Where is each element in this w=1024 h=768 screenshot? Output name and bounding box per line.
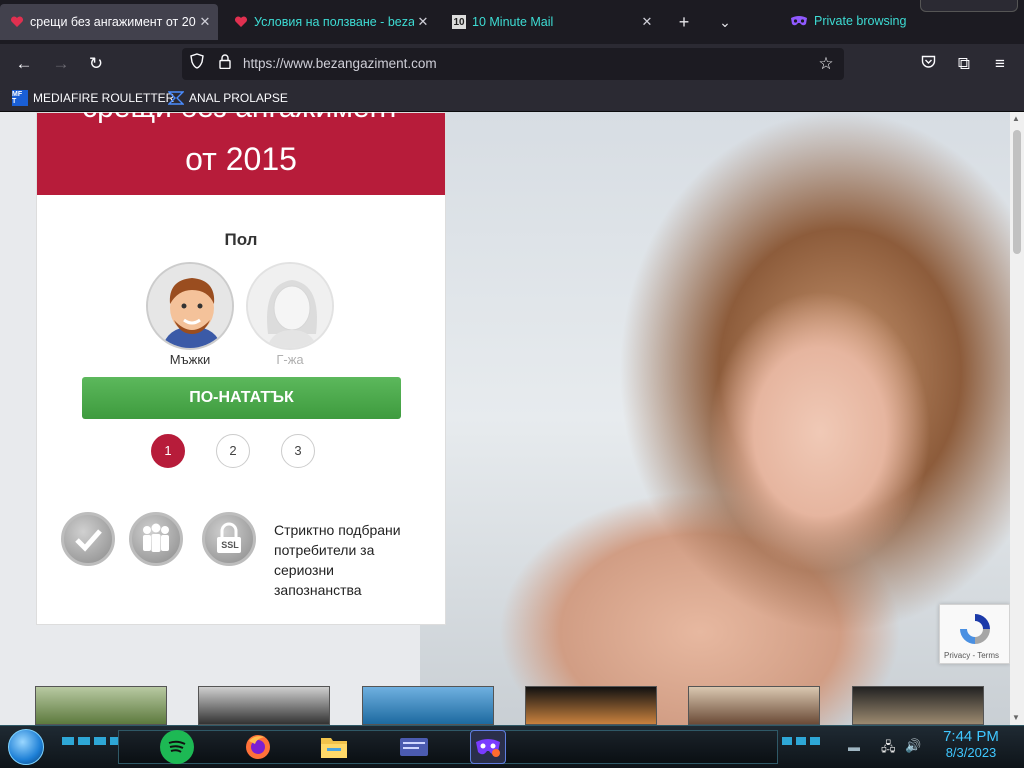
private-browsing-label: Private browsing: [814, 14, 907, 28]
gender-title: Пол: [224, 230, 258, 249]
verified-check-badge-icon: [61, 512, 115, 566]
mediafire-icon: MF T: [12, 90, 28, 106]
tab-10-minute-mail[interactable]: 10 10 Minute Mail ✕: [442, 4, 660, 40]
network-icon[interactable]: 🖧: [881, 738, 896, 760]
clock-date: 8/3/2023: [945, 745, 997, 760]
tab-dating-site[interactable]: срещи без ангажимент от 2015 ✕: [0, 4, 218, 40]
firefox-private-icon[interactable]: [470, 730, 506, 764]
window-switcher-icon[interactable]: [396, 730, 432, 764]
recaptcha-privacy-link[interactable]: Privacy: [944, 651, 970, 660]
start-orb-icon[interactable]: [8, 729, 44, 765]
bookmark-label: ANAL PROLAPSE: [189, 91, 288, 105]
recaptcha-logo-icon: [960, 614, 990, 644]
profile-thumbnail-strip: [0, 686, 1010, 725]
close-tab-icon[interactable]: ✕: [638, 14, 656, 30]
file-explorer-icon[interactable]: [316, 730, 352, 764]
bookmark-label: MEDIAFIRE ROULETTER: [33, 91, 175, 105]
ssl-badge-text: SSL: [221, 540, 239, 550]
male-avatar-icon: [148, 264, 232, 348]
hero-photo: [420, 112, 1010, 725]
reload-icon[interactable]: ↻: [83, 51, 109, 77]
shield-icon[interactable]: [184, 51, 210, 77]
heart-icon: [234, 15, 248, 29]
list-tabs-chevron-icon[interactable]: ⌄: [713, 10, 737, 34]
recaptcha-separator: -: [972, 651, 976, 660]
profile-thumbnail[interactable]: [525, 686, 657, 725]
female-avatar-icon: [248, 264, 332, 348]
male-avatar-option[interactable]: [146, 262, 234, 350]
profile-thumbnail[interactable]: [198, 686, 330, 725]
taskbar-decoration: [62, 737, 120, 745]
next-button[interactable]: ПО-НАТАТЪК: [82, 377, 401, 419]
web-page: срещи без ангажимент от 2015 Пол Мъжки: [0, 112, 1010, 725]
private-mask-icon: [790, 13, 808, 29]
bookmark-chevron-icon: [168, 90, 184, 106]
window-caption-handle[interactable]: [920, 0, 1018, 12]
clock-time: 7:44 PM: [943, 728, 999, 745]
scroll-up-arrow-icon[interactable]: ▲: [1012, 114, 1020, 123]
ssl-lock-badge-icon: SSL: [202, 512, 256, 566]
recaptcha-terms-link[interactable]: Terms: [977, 651, 999, 660]
desktop-peek-icon[interactable]: ▬: [848, 740, 860, 754]
forward-arrow-icon[interactable]: →: [48, 51, 74, 77]
back-arrow-icon[interactable]: ←: [11, 51, 37, 77]
tab-title: Условия на ползване - bezangaziment.com: [254, 15, 414, 29]
scrollbar-thumb[interactable]: [1013, 130, 1021, 254]
recaptcha-links: Privacy - Terms: [944, 651, 999, 660]
signup-card: срещи без ангажимент от 2015 Пол Мъжки: [36, 112, 446, 625]
taskbar-dock: [118, 730, 778, 764]
system-clock[interactable]: 7:44 PM 8/3/2023: [936, 728, 1006, 760]
tab-title: 10 Minute Mail: [472, 15, 554, 29]
ten-minute-mail-icon: 10: [452, 15, 466, 29]
trust-text: Стриктно подбрани потребители за сериозн…: [274, 522, 401, 598]
lock-icon[interactable]: [212, 51, 238, 77]
female-avatar-option[interactable]: [246, 262, 334, 350]
male-option-label: Мъжки: [169, 352, 211, 367]
private-browsing-indicator: Private browsing: [790, 13, 906, 29]
profile-thumbnail[interactable]: [688, 686, 820, 725]
recaptcha-badge[interactable]: Privacy - Terms: [939, 604, 1010, 664]
profile-thumbnail[interactable]: [852, 686, 984, 725]
taskbar-decoration: [782, 737, 824, 745]
profile-thumbnail[interactable]: [362, 686, 494, 725]
card-header: срещи без ангажимент от 2015: [37, 112, 445, 195]
close-tab-icon[interactable]: ✕: [196, 14, 214, 30]
step-1: 1: [151, 434, 185, 468]
volume-icon[interactable]: 🔊: [905, 738, 921, 754]
headline-line-2: от 2015: [185, 141, 297, 177]
extensions-puzzle-icon[interactable]: ⧉: [951, 51, 977, 77]
spotify-icon[interactable]: [160, 730, 194, 764]
profile-thumbnail[interactable]: [35, 686, 167, 725]
step-2: 2: [216, 434, 250, 468]
community-people-badge-icon: [129, 512, 183, 566]
tab-title: срещи без ангажимент от 2015: [30, 15, 196, 29]
scroll-down-arrow-icon[interactable]: ▼: [1012, 713, 1020, 722]
bookmark-star-icon[interactable]: ☆: [813, 51, 839, 77]
pocket-icon[interactable]: [915, 51, 941, 77]
tab-terms[interactable]: Условия на ползване - bezangaziment.com …: [224, 4, 436, 40]
bookmark-mediafire-rouletter[interactable]: MF T MEDIAFIRE ROULETTER: [12, 90, 174, 106]
headline-line-1: срещи без ангажимент: [37, 112, 445, 125]
url-text[interactable]: https://www.bezangaziment.com: [243, 56, 437, 71]
new-tab-plus-icon[interactable]: +: [672, 10, 696, 34]
bookmark-second[interactable]: ANAL PROLAPSE: [168, 90, 288, 106]
close-tab-icon[interactable]: ✕: [414, 14, 432, 30]
heart-icon: [10, 15, 24, 29]
hamburger-menu-icon[interactable]: ≡: [987, 51, 1013, 77]
female-option-label: Г-жа: [276, 352, 304, 367]
step-3: 3: [281, 434, 315, 468]
firefox-icon[interactable]: [240, 730, 276, 764]
